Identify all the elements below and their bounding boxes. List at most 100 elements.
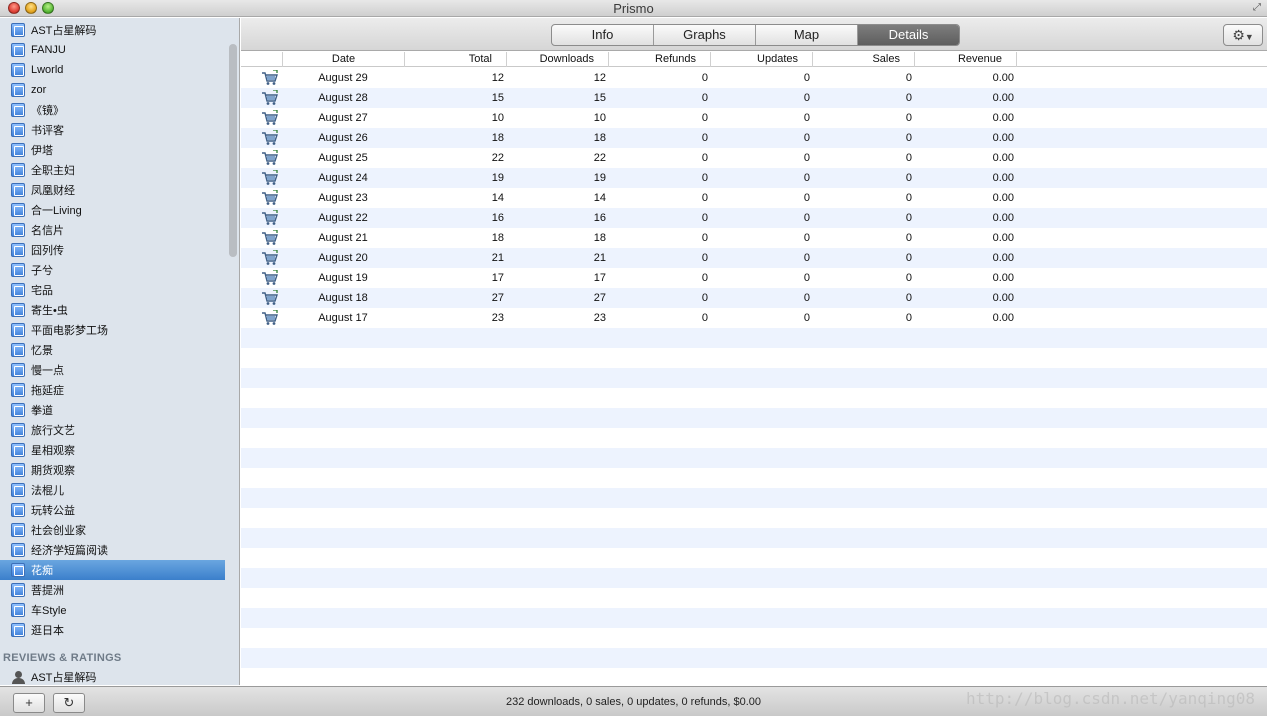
sidebar-item-app[interactable]: 花痴 [0,560,225,580]
app-store-icon [11,303,25,317]
cell-sales: 0 [905,252,912,264]
sidebar-item-app[interactable]: FANJU [0,40,225,60]
app-store-icon [11,183,25,197]
table-row[interactable]: August 26 18 18 0 0 0 0.00 [241,128,1267,148]
bottom-bar: 232 downloads, 0 sales, 0 updates, 0 ref… [0,686,1267,716]
app-store-icon [11,143,25,157]
sidebar-item-app[interactable]: 凤凰财经 [0,180,225,200]
table-row[interactable]: August 17 23 23 0 0 0 0.00 [241,308,1267,328]
sidebar-item-app[interactable]: 经济学短篇阅读 [0,540,225,560]
column-header-total[interactable]: Total [405,52,507,67]
refresh-button[interactable]: ↻ [53,693,85,713]
sidebar-item-review[interactable]: AST占星解码 [0,667,225,685]
sidebar-item-app[interactable]: 全职主妇 [0,160,225,180]
cell-total: 18 [491,232,504,244]
app-store-icon [11,83,25,97]
column-header-downloads[interactable]: Downloads [507,52,609,67]
table-row[interactable]: August 24 19 19 0 0 0 0.00 [241,168,1267,188]
sidebar-item-app[interactable]: Lworld [0,60,225,80]
table-row[interactable]: August 23 14 14 0 0 0 0.00 [241,188,1267,208]
table-row[interactable]: August 20 21 21 0 0 0 0.00 [241,248,1267,268]
table-row[interactable]: August 18 27 27 0 0 0 0.00 [241,288,1267,308]
app-store-icon [11,563,25,577]
table-row[interactable]: August 19 17 17 0 0 0 0.00 [241,268,1267,288]
column-header-revenue[interactable]: Revenue [915,52,1017,67]
sidebar-item-app[interactable]: 宅品 [0,280,225,300]
cell-date: August 27 [318,112,368,124]
column-header-date[interactable]: Date [283,52,405,67]
cell-sales: 0 [905,312,912,324]
cell-total: 27 [491,292,504,304]
sidebar-item-app[interactable]: zor [0,80,225,100]
sidebar-item-app[interactable]: 法棍儿 [0,480,225,500]
sidebar-item-app[interactable]: 玩转公益 [0,500,225,520]
sidebar-item-app[interactable]: 平面电影梦工场 [0,320,225,340]
tab-details[interactable]: Details [858,25,959,45]
add-button[interactable]: + [13,693,45,713]
action-menu-button[interactable]: ⚙▼ [1223,24,1263,46]
cell-refunds: 0 [701,252,708,264]
sidebar-item-app[interactable]: 书评客 [0,120,225,140]
sidebar-item-app[interactable]: 忆景 [0,340,225,360]
cell-revenue: 0.00 [992,272,1014,284]
cell-date: August 23 [318,192,368,204]
table-row[interactable]: August 27 10 10 0 0 0 0.00 [241,108,1267,128]
sidebar-scrollbar-thumb[interactable] [229,44,237,257]
column-header-refunds[interactable]: Refunds [609,52,711,67]
app-store-icon [11,263,25,277]
section-header-reviews: REVIEWS & RATINGS [3,652,122,664]
sidebar-item-app[interactable]: 菩提洲 [0,580,225,600]
sidebar-item-app[interactable]: 期货观察 [0,460,225,480]
table-header: Date Total Downloads Refunds Updates Sales Rev… [241,52,1267,67]
app-store-icon [11,23,25,37]
cell-sales: 0 [905,112,912,124]
app-store-icon [11,523,25,537]
sidebar-item-app[interactable]: AST占星解码 [0,20,225,40]
cell-revenue: 0.00 [992,292,1014,304]
sidebar-item-app[interactable]: 星相观察 [0,440,225,460]
cell-updates: 0 [803,292,810,304]
cart-download-icon [261,289,279,306]
table-row[interactable]: August 29 12 12 0 0 0 0.00 [241,68,1267,88]
app-store-icon [11,463,25,477]
sidebar-item-app[interactable]: 子兮 [0,260,225,280]
details-table: August 29 12 12 0 0 0 0.00 August 28 15 15 0 0 0 0.00… [241,68,1267,685]
icon-column-header[interactable] [241,52,283,67]
sidebar-item-label: AST占星解码 [31,672,97,684]
cell-updates: 0 [803,212,810,224]
sidebar-item-app[interactable]: 慢一点 [0,360,225,380]
sidebar-item-app[interactable]: 逛日本 [0,620,225,640]
cell-downloads: 14 [593,192,606,204]
sidebar-item-app[interactable]: 旅行文艺 [0,420,225,440]
cell-total: 21 [491,252,504,264]
sidebar-item-app[interactable]: 拖延症 [0,380,225,400]
tab-map[interactable]: Map [756,25,858,45]
tab-info[interactable]: Info [552,25,654,45]
cell-updates: 0 [803,232,810,244]
sidebar-item-app[interactable]: 车Style [0,600,225,620]
column-header-updates[interactable]: Updates [711,52,813,67]
cell-refunds: 0 [701,132,708,144]
cell-sales: 0 [905,212,912,224]
sidebar-item-app[interactable]: 名信片 [0,220,225,240]
sidebar-item-app[interactable]: 社会创业家 [0,520,225,540]
sidebar-item-app[interactable]: 合一Living [0,200,225,220]
sidebar-item-app[interactable]: 《镜》 [0,100,225,120]
cell-updates: 0 [803,112,810,124]
table-row[interactable]: August 22 16 16 0 0 0 0.00 [241,208,1267,228]
sidebar-item-app[interactable]: 伊塔 [0,140,225,160]
sidebar-item-app[interactable]: 寄生•虫 [0,300,225,320]
tab-graphs[interactable]: Graphs [654,25,756,45]
cell-total: 17 [491,272,504,284]
table-row[interactable]: August 21 18 18 0 0 0 0.00 [241,228,1267,248]
table-row[interactable]: August 28 15 15 0 0 0 0.00 [241,88,1267,108]
sidebar-item-app[interactable]: 囧列传 [0,240,225,260]
cell-date: August 28 [318,92,368,104]
column-header-sales[interactable]: Sales [813,52,915,67]
cell-updates: 0 [803,92,810,104]
sidebar-item-label: 合一Living [31,205,82,217]
sidebar-item-app[interactable]: 拳道 [0,400,225,420]
app-store-icon [11,43,25,57]
fullscreen-icon[interactable]: ⤢ [1253,3,1263,13]
table-row[interactable]: August 25 22 22 0 0 0 0.00 [241,148,1267,168]
